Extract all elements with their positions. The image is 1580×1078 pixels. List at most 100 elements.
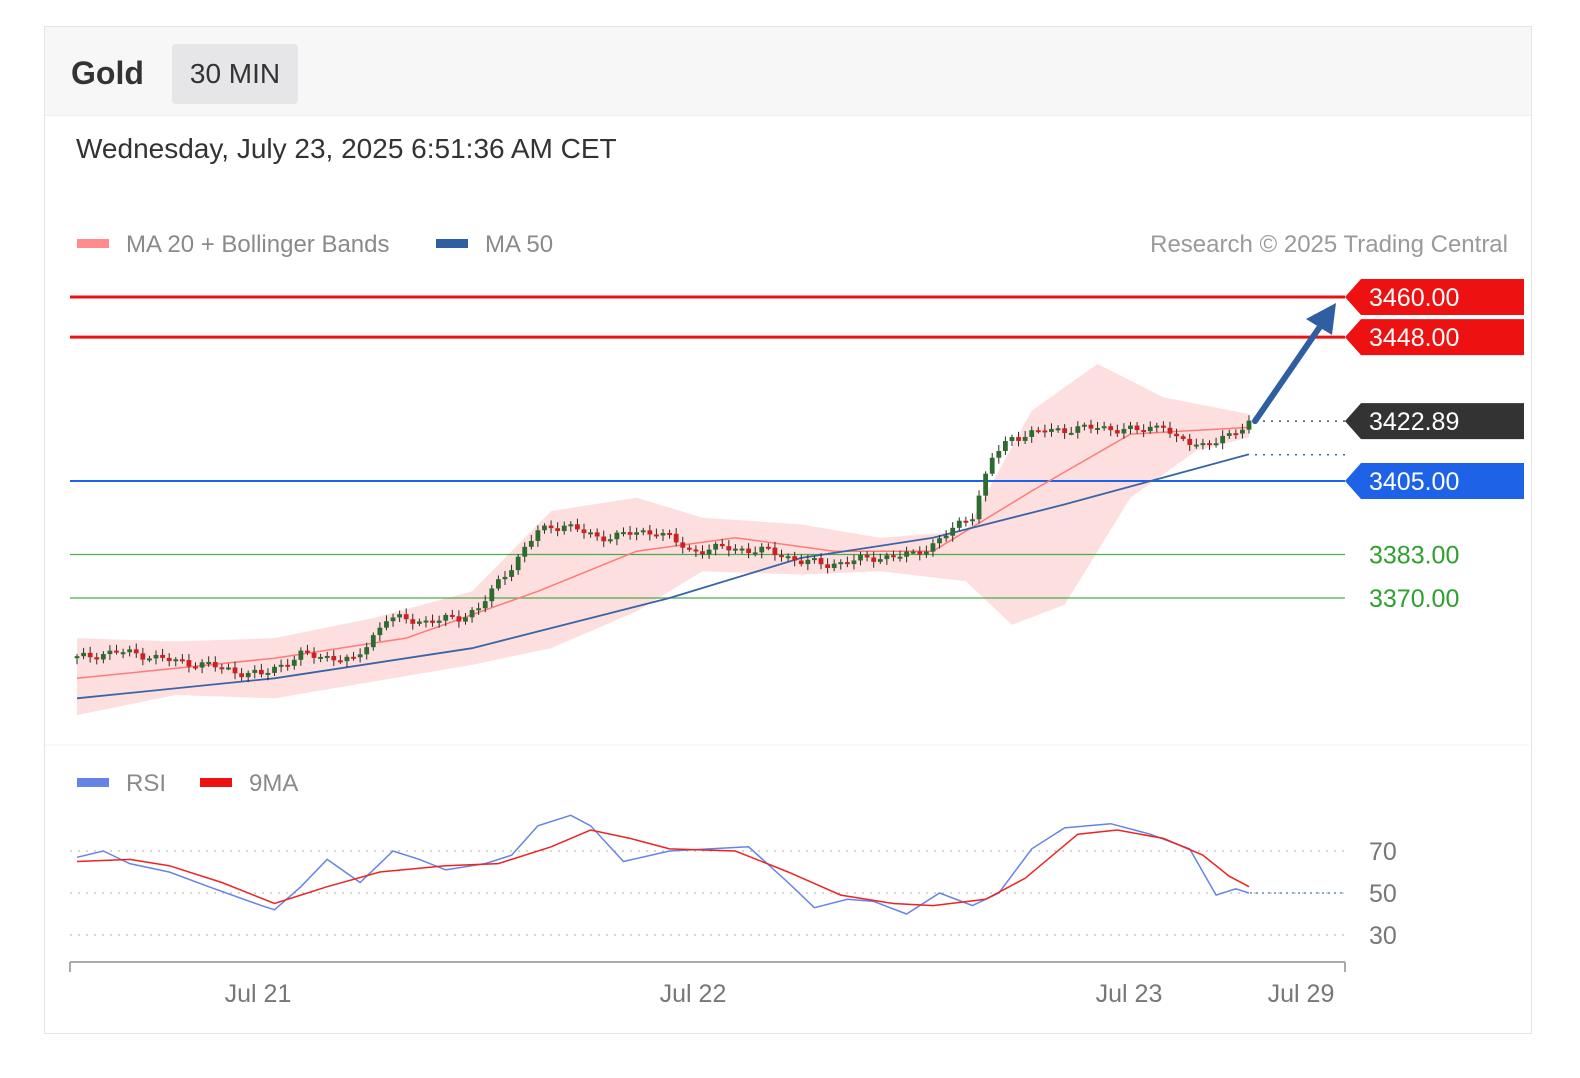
- candle-body: [186, 660, 192, 667]
- candle-body: [818, 558, 824, 565]
- candle-body: [844, 562, 850, 565]
- candle-body: [1134, 425, 1140, 431]
- candle-body: [575, 524, 580, 530]
- candle-body: [792, 556, 798, 561]
- candle-body: [252, 669, 258, 673]
- candle-body: [1246, 420, 1252, 430]
- candle-body: [871, 557, 877, 562]
- candle-body: [798, 560, 804, 565]
- level-label-text: 3422.89: [1369, 408, 1459, 436]
- candle-body: [607, 539, 613, 542]
- candle-body: [588, 532, 593, 535]
- candle-body: [864, 555, 870, 558]
- candle-body: [390, 617, 396, 622]
- candle-body: [476, 608, 482, 611]
- candle-body: [568, 524, 574, 527]
- candle-body: [212, 661, 218, 668]
- candle-body: [1095, 427, 1100, 430]
- candle-body: [719, 543, 725, 547]
- candle-body: [1029, 430, 1035, 437]
- candle-body: [1207, 443, 1212, 446]
- level-labels: 3460.00 3448.00 3422.89 3405.00 3383.00 3370.…: [1345, 279, 1524, 613]
- ma50-legend-label: MA 50: [485, 231, 553, 258]
- candle-body: [897, 556, 903, 559]
- candle-body: [463, 617, 468, 622]
- projection: [1252, 303, 1336, 425]
- candle-body: [654, 534, 659, 537]
- candle-body: [232, 667, 238, 674]
- candle-body: [1035, 430, 1041, 433]
- candle-body: [298, 650, 304, 660]
- candle-body: [831, 563, 837, 569]
- candle-body: [759, 546, 765, 553]
- candle-body: [713, 543, 719, 550]
- candle-body: [166, 657, 172, 662]
- candle-body: [278, 664, 284, 667]
- candle-body: [226, 667, 231, 670]
- candle-body: [772, 547, 778, 556]
- candle-body: [970, 519, 975, 522]
- level-label-support: 3383.00: [1369, 542, 1459, 570]
- candle-body: [522, 546, 528, 557]
- candle-body: [193, 666, 198, 669]
- candle: [963, 516, 969, 527]
- level-label-text: 3370.00: [1369, 585, 1459, 613]
- candle-body: [344, 656, 350, 662]
- candle-body: [258, 669, 264, 675]
- candle-body: [272, 666, 277, 673]
- candle-body: [502, 576, 508, 580]
- candle-body: [746, 548, 751, 554]
- candle-body: [285, 664, 291, 667]
- rsi-ma9-line: [76, 829, 1250, 907]
- candle-body: [1062, 428, 1068, 434]
- candle-body: [627, 532, 633, 535]
- candle-body: [548, 525, 554, 529]
- candle-body: [752, 552, 758, 555]
- rsi-legend-label: RSI: [126, 770, 166, 797]
- candle-body: [410, 619, 416, 624]
- candle-body: [673, 533, 679, 543]
- candle-body: [179, 659, 185, 662]
- candle-body: [680, 542, 686, 548]
- price-legend: MA 20 + Bollinger Bands MA 50 Research ©…: [77, 231, 1508, 258]
- candle-body: [87, 652, 93, 658]
- candle-body: [107, 650, 113, 655]
- candle-body: [74, 656, 80, 659]
- candle-body: [726, 546, 732, 551]
- candle-body: [923, 551, 929, 555]
- candle-body: [1088, 424, 1094, 429]
- candle-body: [667, 533, 672, 536]
- rsi-panel: 70 50 30: [70, 814, 1397, 950]
- candle-body: [403, 614, 409, 620]
- candle-body: [1226, 433, 1232, 436]
- candle-body: [114, 650, 119, 653]
- candle-body: [133, 649, 139, 654]
- candle-body: [660, 533, 666, 536]
- level-label-last: 3422.89: [1345, 403, 1524, 440]
- candle-body: [542, 525, 547, 531]
- candle-body: [621, 532, 626, 535]
- candle-body: [956, 520, 962, 528]
- candle-body: [206, 661, 212, 664]
- candle-body: [456, 616, 462, 622]
- candle-body: [291, 659, 297, 666]
- candle-body: [416, 621, 422, 624]
- x-axis-label: Jul 29: [1268, 980, 1335, 1008]
- x-axis-label: Jul 21: [225, 980, 292, 1008]
- candle-body: [305, 650, 310, 653]
- candle-body: [384, 621, 389, 628]
- rsi-legend-swatch: [77, 778, 109, 787]
- candle-body: [910, 551, 916, 554]
- level-label-resistance: 3448.00: [1345, 319, 1524, 356]
- candle-body: [1200, 443, 1206, 446]
- candle-body: [219, 667, 225, 670]
- level-label-resistance: 3460.00: [1345, 279, 1524, 315]
- candle-body: [1128, 425, 1133, 429]
- candle-body: [647, 530, 653, 535]
- candle-body: [1187, 438, 1193, 445]
- candle-body: [239, 673, 245, 678]
- candle-body: [100, 654, 106, 660]
- level-label-text: 3460.00: [1369, 284, 1459, 312]
- candle-body: [1101, 426, 1107, 429]
- candle-body: [430, 620, 435, 623]
